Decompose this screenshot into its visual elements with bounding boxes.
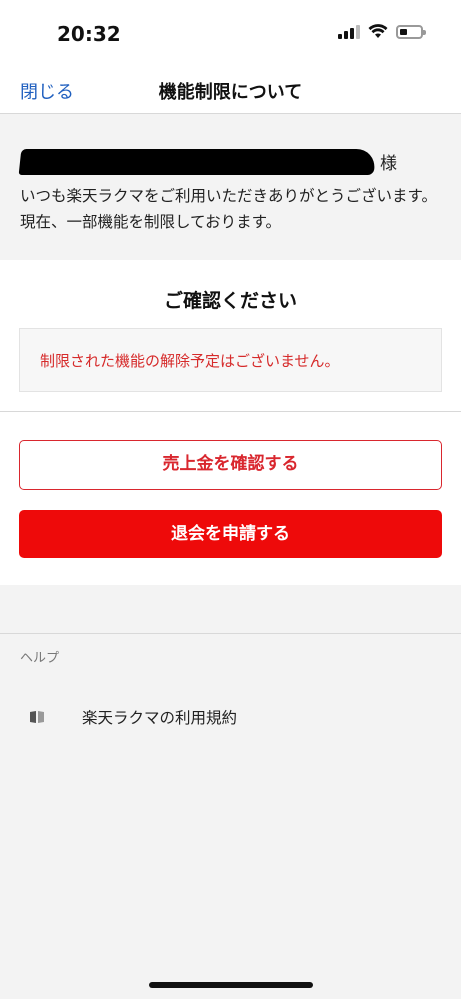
- actions-section: 売上金を確認する 退会を申請する: [0, 412, 461, 585]
- status-bar: 20:32: [0, 0, 461, 66]
- nav-bar: 閉じる 機能制限について: [0, 66, 461, 114]
- confirm-title: ご確認ください: [163, 290, 297, 312]
- status-icons: [338, 24, 426, 39]
- wifi-icon: [368, 24, 388, 39]
- home-indicator[interactable]: [149, 982, 313, 988]
- battery-icon: [396, 24, 426, 39]
- honorific: 様: [380, 154, 397, 174]
- user-name-line: 様: [18, 145, 440, 175]
- notice-box: 制限された機能の解除予定はございません。: [19, 328, 442, 392]
- redacted-user-name: [18, 149, 377, 175]
- help-item-terms[interactable]: 楽天ラクマの利用規約: [0, 694, 461, 740]
- help-divider: [0, 633, 461, 634]
- book-icon: [29, 709, 45, 728]
- help-item-label: 楽天ラクマの利用規約: [82, 709, 238, 727]
- withdraw-button[interactable]: 退会を申請する: [19, 510, 442, 558]
- restriction-notice: 制限された機能の解除予定はございません。: [40, 352, 340, 370]
- page-title: 機能制限について: [158, 82, 303, 103]
- check-sales-button[interactable]: 売上金を確認する: [19, 440, 442, 490]
- greeting-message: いつも楽天ラクマをご利用いただきありがとうございます。現在、一部機能を制限してお…: [20, 187, 437, 231]
- greeting-section: 様 いつも楽天ラクマをご利用いただきありがとうございます。現在、一部機能を制限し…: [0, 115, 461, 260]
- confirm-card: ご確認ください 制限された機能の解除予定はございません。: [0, 260, 461, 412]
- status-time: 20:32: [57, 22, 121, 46]
- cellular-signal-icon: [338, 24, 360, 39]
- help-header: ヘルプ: [20, 651, 60, 666]
